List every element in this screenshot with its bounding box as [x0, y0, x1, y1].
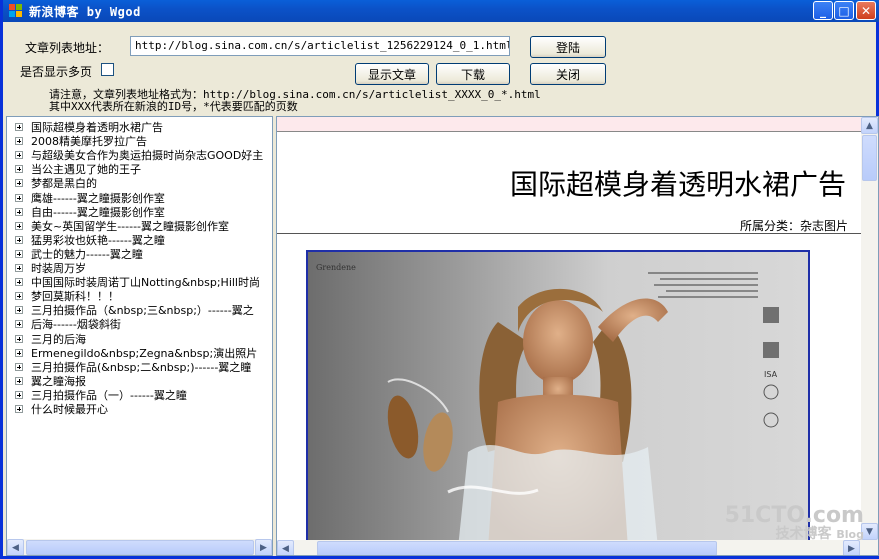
expand-plus-icon[interactable]	[15, 179, 23, 188]
main-window: 新浪博客 by Wgod _ □ ✕ 文章列表地址： http://blog.s…	[0, 0, 879, 559]
tree-item[interactable]: 后海------烟袋斜街	[15, 317, 121, 331]
expand-plus-icon[interactable]	[15, 165, 23, 174]
tree-item[interactable]: 梦回莫斯科！！！	[15, 289, 119, 303]
expand-plus-icon[interactable]	[15, 306, 23, 315]
expand-plus-icon[interactable]	[15, 390, 23, 399]
watermark-line2: 技术博客 Blog	[775, 526, 864, 542]
expand-plus-icon[interactable]	[15, 207, 23, 216]
close-icon: ✕	[860, 3, 872, 18]
expand-plus-icon[interactable]	[15, 362, 23, 371]
svg-text:ISA: ISA	[764, 370, 778, 379]
scroll-right-icon[interactable]: ▶	[843, 540, 860, 555]
maximize-button[interactable]: □	[834, 1, 854, 20]
tree-item[interactable]: 梦都是黑白的	[15, 176, 97, 190]
tree-item[interactable]: 当公主遇见了她的王子	[15, 162, 141, 176]
tree-item[interactable]: 翼之瞳海报	[15, 374, 86, 388]
tree-item[interactable]: 三月的后海	[15, 332, 86, 346]
close-window-button[interactable]: ✕	[856, 1, 876, 20]
expand-plus-icon[interactable]	[15, 264, 23, 272]
expand-plus-icon[interactable]	[15, 278, 23, 287]
maximize-icon: □	[838, 3, 850, 18]
tree-item[interactable]: 武士的魅力------翼之瞳	[15, 247, 143, 261]
tree-item[interactable]: 国际超模身着透明水裙广告	[15, 120, 163, 134]
tree-item[interactable]: 中国国际时装周诺丁山Notting&nbsp;Hill时尚	[15, 275, 260, 289]
article-vscrollbar[interactable]: ▲ ▼	[861, 117, 878, 540]
login-button-label: 登陆	[555, 40, 580, 55]
article-tree[interactable]: 国际超模身着透明水裙广告 2008精美摩托罗拉广告 与超级美女合作为奥运拍摄时尚杂志…	[6, 116, 273, 556]
tree-hscrollbar[interactable]: ◀ ▶	[7, 539, 272, 555]
header-bar	[277, 117, 861, 132]
article-category: 所属分类：杂志图片	[739, 219, 848, 233]
expand-plus-icon[interactable]	[15, 292, 23, 301]
expand-plus-icon[interactable]	[15, 235, 23, 244]
watermark-site: 51CTO.com	[724, 503, 864, 528]
tree-item[interactable]: Ermenegildo&nbsp;Zegna&nbsp;演出照片	[15, 346, 257, 360]
tree-item[interactable]: 三月拍摄作品（&nbsp;三&nbsp;）------翼之	[15, 303, 254, 317]
article-view[interactable]: 国际超模身着透明水裙广告 所属分类：杂志图片 Grendene ISA ▲ ▼ …	[276, 116, 879, 556]
tree-item-label: 什么时候最开心	[31, 403, 108, 416]
multipage-label: 是否显示多页	[20, 65, 93, 79]
article-hscroll-thumb[interactable]	[317, 541, 717, 555]
download-button[interactable]: 下载	[436, 63, 510, 85]
scroll-left-icon[interactable]: ◀	[7, 539, 24, 555]
show-articles-label: 显示文章	[367, 67, 416, 82]
watermark: 51CTO.com 技术博客 Blog	[724, 503, 864, 542]
tree-item[interactable]: 2008精美摩托罗拉广告	[15, 134, 147, 148]
expand-plus-icon[interactable]	[15, 151, 23, 160]
tree-item[interactable]: 鹰雄------翼之瞳摄影创作室	[15, 191, 165, 205]
login-button[interactable]: 登陆	[530, 36, 606, 58]
expand-plus-icon[interactable]	[15, 405, 23, 413]
expand-plus-icon[interactable]	[15, 193, 23, 202]
expand-plus-icon[interactable]	[15, 221, 23, 230]
close-label: 关闭	[555, 67, 580, 82]
url-input[interactable]: http://blog.sina.com.cn/s/articlelist_12…	[130, 36, 510, 56]
expand-plus-icon[interactable]	[15, 249, 23, 258]
tree-item[interactable]: 猛男彩妆也妖艳------翼之瞳	[15, 233, 165, 247]
scroll-right-icon[interactable]: ▶	[255, 539, 272, 555]
tree-item[interactable]: 三月拍摄作品(&nbsp;二&nbsp;)------翼之瞳	[15, 360, 251, 374]
minimize-icon: _	[820, 3, 826, 18]
expand-plus-icon[interactable]	[15, 376, 23, 385]
expand-plus-icon[interactable]	[15, 320, 23, 329]
expand-plus-icon[interactable]	[15, 334, 23, 343]
expand-plus-icon[interactable]	[15, 123, 23, 131]
window-title: 新浪博客 by Wgod	[29, 4, 141, 19]
article-hscrollbar[interactable]: ◀ ▶	[277, 540, 878, 555]
tree-item[interactable]: 什么时候最开心	[15, 402, 108, 416]
scroll-up-icon[interactable]: ▲	[861, 117, 878, 134]
show-articles-button[interactable]: 显示文章	[355, 63, 429, 85]
article-title: 国际超模身着透明水裙广告	[509, 168, 846, 201]
app-windows-icon	[9, 4, 23, 18]
photo-badges: ISA	[763, 307, 779, 428]
divider	[277, 233, 861, 234]
download-label: 下载	[460, 67, 485, 82]
format-note-line2: 其中XXX代表所在新浪的ID号，*代表要匹配的页数	[49, 100, 298, 113]
tree-item[interactable]: 美女~英国留学生------翼之瞳摄影创作室	[15, 219, 229, 233]
expand-plus-icon[interactable]	[15, 348, 23, 357]
minimize-button[interactable]: _	[813, 1, 833, 20]
close-button[interactable]: 关闭	[530, 63, 606, 85]
tree-item[interactable]: 时装周万岁	[15, 261, 86, 275]
article-vscroll-thumb[interactable]	[862, 135, 877, 181]
tree-item[interactable]: 与超级美女合作为奥运拍摄时尚杂志GOOD好主	[15, 148, 263, 162]
multipage-checkbox[interactable]	[101, 63, 114, 76]
url-label: 文章列表地址：	[25, 41, 110, 55]
expand-plus-icon[interactable]	[15, 137, 23, 146]
tree-scroll-thumb[interactable]	[26, 540, 254, 555]
title-bar[interactable]: 新浪博客 by Wgod _ □ ✕	[3, 0, 879, 22]
photo-brand: Grendene	[316, 263, 356, 272]
tree-item[interactable]: 自由------翼之瞳摄影创作室	[15, 205, 165, 219]
scroll-left-icon[interactable]: ◀	[277, 540, 294, 555]
tree-item[interactable]: 三月拍摄作品（一）------翼之瞳	[15, 388, 187, 402]
